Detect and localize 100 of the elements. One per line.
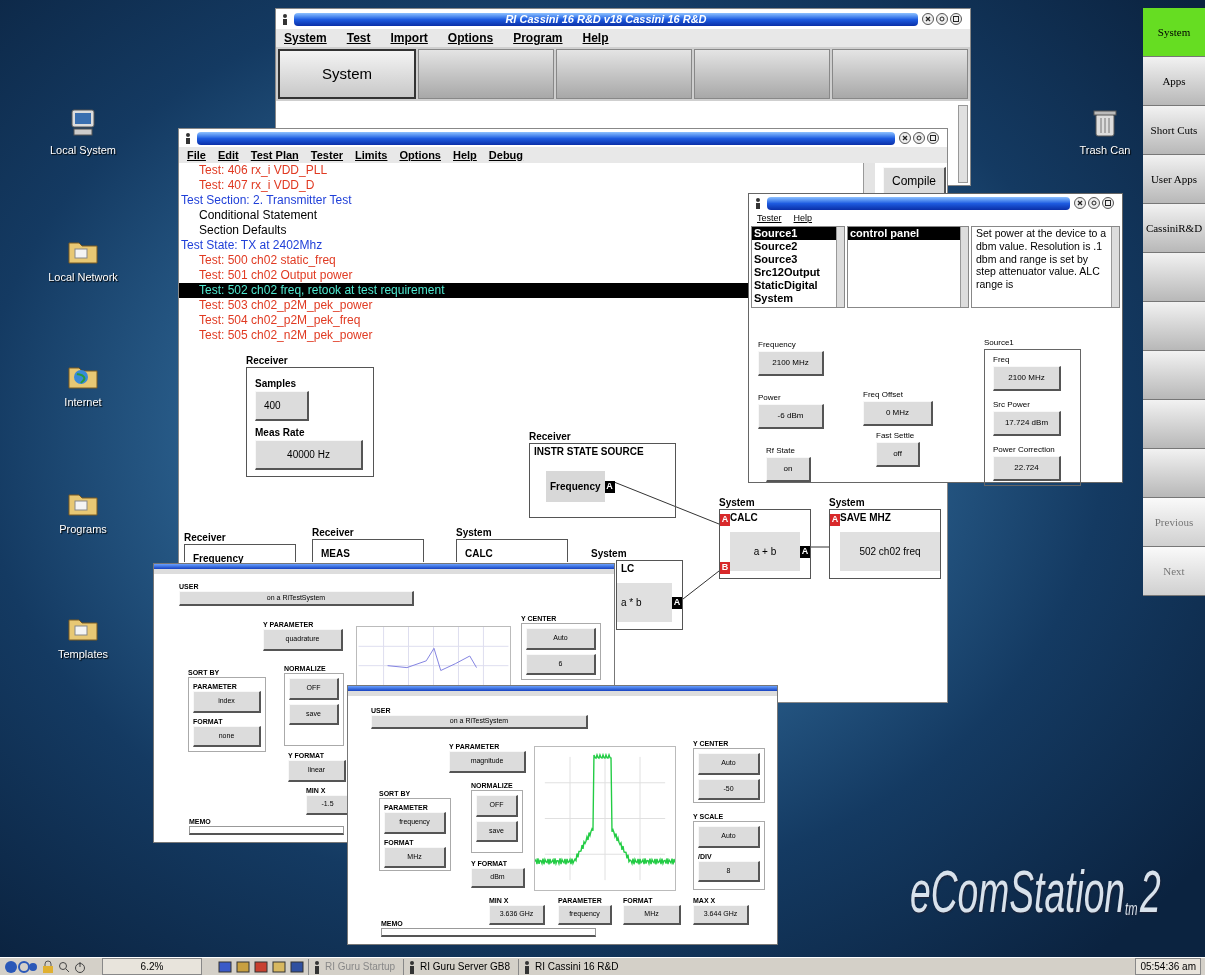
close-icon[interactable] [899, 132, 911, 144]
desktop-icon-label[interactable]: Templates [57, 646, 109, 663]
side-panel-button[interactable] [1143, 351, 1205, 400]
menu-item[interactable]: Options [399, 146, 441, 164]
list-item[interactable]: Source1 [752, 227, 836, 240]
node-title: CALC [465, 548, 493, 559]
launcher-icon[interactable] [254, 959, 268, 974]
block-node[interactable]: CALC [456, 539, 568, 562]
port-label[interactable]: A [672, 596, 682, 609]
menu-item[interactable]: Tester [310, 146, 344, 164]
desktop-icon-label[interactable]: Programs [59, 521, 107, 538]
launcher-icon[interactable] [218, 959, 232, 974]
side-panel-button[interactable]: CassiniR&D [1143, 204, 1205, 253]
value-button[interactable]: 22.724 [993, 456, 1061, 481]
tab[interactable] [832, 49, 968, 99]
tab[interactable] [694, 49, 830, 99]
window-menu-icon[interactable] [183, 132, 193, 144]
scroll-bar[interactable] [958, 105, 968, 183]
list-item[interactable]: Source3 [752, 253, 836, 266]
window-menu-icon[interactable] [753, 197, 763, 209]
test-plan-line[interactable]: Test: 407 rx_i VDD_D [179, 178, 863, 193]
side-panel-button[interactable]: System [1143, 8, 1205, 57]
minimize-icon[interactable] [913, 132, 925, 144]
tab[interactable]: System [278, 49, 416, 99]
tab[interactable] [418, 49, 554, 99]
menu-item[interactable]: Help [453, 146, 477, 164]
menu-item[interactable]: Options [447, 29, 494, 47]
maximize-icon[interactable] [927, 132, 939, 144]
port-label[interactable]: A [720, 514, 730, 526]
port-label[interactable]: B [720, 562, 730, 574]
value-field[interactable]: 40000 Hz [255, 440, 363, 470]
menu-item[interactable]: Help [793, 211, 813, 226]
side-panel-button[interactable]: Short Cuts [1143, 106, 1205, 155]
test-plan-line[interactable]: Test: 406 rx_i VDD_PLL [179, 163, 863, 178]
desktop-icon-label[interactable]: Trash Can [1079, 142, 1131, 159]
menu-item[interactable]: Limits [355, 146, 388, 164]
list-item[interactable]: control panel [848, 227, 960, 240]
block-node[interactable]: A B CALC a + b A [719, 509, 811, 579]
port-label[interactable]: A [604, 480, 615, 493]
tab[interactable] [556, 49, 692, 99]
side-panel-button[interactable] [1143, 302, 1205, 351]
power-icon[interactable] [74, 959, 86, 974]
value-button[interactable]: 2100 MHz [758, 351, 824, 376]
side-panel-button[interactable] [1143, 449, 1205, 498]
value-button[interactable]: off [876, 442, 920, 467]
launcher-icon[interactable] [272, 959, 286, 974]
menu-item[interactable]: Tester [757, 211, 782, 226]
maximize-icon[interactable] [1102, 197, 1114, 209]
menu-item[interactable]: Edit [217, 146, 239, 164]
frequency-button[interactable]: Frequency [546, 471, 605, 502]
close-icon[interactable] [922, 13, 934, 25]
scroll-bar[interactable] [836, 227, 844, 307]
side-panel-button[interactable]: User Apps [1143, 155, 1205, 204]
menu-item[interactable]: Help [582, 29, 609, 47]
port-label[interactable]: A [800, 545, 810, 558]
list-item[interactable]: Source2 [752, 240, 836, 253]
trash-can-icon[interactable] [1093, 108, 1117, 138]
menu-item[interactable]: File [187, 146, 206, 164]
computer-icon[interactable] [68, 108, 98, 138]
source-node[interactable]: INSTR STATE SOURCE Frequency A [529, 443, 676, 518]
search-icon[interactable] [58, 959, 70, 974]
value-button[interactable]: 17.724 dBm [993, 411, 1061, 436]
value-button[interactable]: 0 MHz [863, 401, 933, 426]
menu-item[interactable]: Program [513, 29, 563, 47]
lock-icon[interactable] [42, 959, 54, 974]
menu-item[interactable]: Test Plan [250, 146, 299, 164]
port-label[interactable]: A [830, 514, 840, 526]
memo-field[interactable] [381, 928, 596, 937]
block-node[interactable]: Frequency [184, 544, 296, 562]
list-item[interactable]: Src12Output [752, 266, 836, 279]
menu-item[interactable]: Test [346, 29, 371, 47]
value-button[interactable]: 2100 MHz [993, 366, 1061, 391]
maximize-icon[interactable] [950, 13, 962, 25]
value-field[interactable]: 400 [255, 391, 309, 421]
launcher-icon[interactable] [290, 959, 304, 974]
desktop-icon-label[interactable]: Internet [64, 394, 102, 411]
menu-item[interactable]: Debug [488, 146, 524, 164]
block-node[interactable]: MEAS [312, 539, 424, 562]
menu-item[interactable]: Import [390, 29, 428, 47]
desktop-icon-label[interactable]: Local System [50, 142, 116, 159]
node-expression: 502 ch02 freq [840, 532, 940, 571]
window-menu-icon[interactable] [280, 13, 290, 25]
side-panel-button[interactable] [1143, 400, 1205, 449]
block-node[interactable]: LC a * b A [616, 560, 683, 630]
value-button[interactable]: -6 dBm [758, 404, 824, 429]
launcher-icon[interactable] [236, 959, 250, 974]
scroll-bar[interactable] [1111, 227, 1119, 307]
memo-field[interactable] [189, 826, 344, 835]
taskbar-button[interactable]: RI Guru Server GB8 [403, 958, 515, 975]
close-icon[interactable] [1074, 197, 1086, 209]
side-panel-button[interactable] [1143, 253, 1205, 302]
start-logo-icon[interactable] [4, 959, 38, 974]
menu-item[interactable]: System [284, 29, 327, 47]
scroll-bar[interactable] [960, 227, 968, 307]
value-button[interactable]: on [766, 457, 811, 482]
desktop-icon-label[interactable]: Local Network [48, 269, 118, 286]
taskbar-button[interactable]: RI Cassini 16 R&D [518, 958, 623, 975]
minimize-icon[interactable] [936, 13, 948, 25]
side-panel-button[interactable]: Apps [1143, 57, 1205, 106]
minimize-icon[interactable] [1088, 197, 1100, 209]
